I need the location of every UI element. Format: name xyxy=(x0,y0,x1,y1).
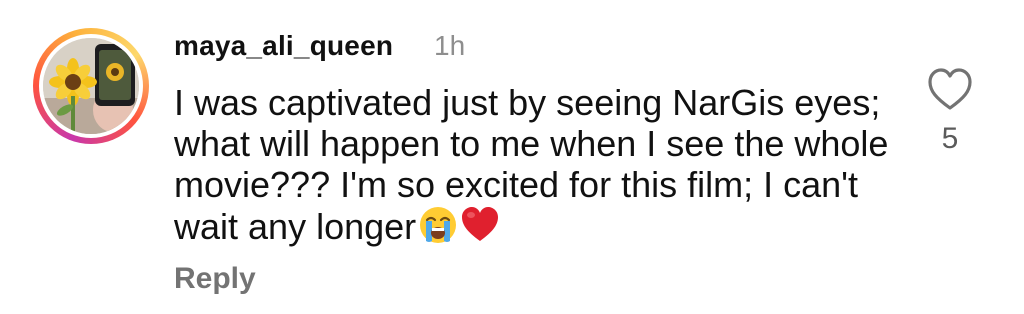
avatar-image xyxy=(43,38,139,134)
avatar[interactable] xyxy=(33,28,149,144)
heart-outline-icon xyxy=(928,68,972,110)
loudly-crying-face-emoji xyxy=(418,205,458,253)
avatar-photo-sunflower-phone xyxy=(43,38,139,134)
comment-username[interactable]: maya_ali_queen xyxy=(174,30,393,62)
red-heart-emoji xyxy=(460,205,500,253)
comment-item: maya_ali_queen 1h I was captivated just … xyxy=(0,0,1024,314)
comment-timestamp: 1h xyxy=(434,30,466,61)
avatar-story-ring-gap xyxy=(39,34,143,138)
comment-text-block: I was captivated just by seeing NarGis e… xyxy=(174,82,904,253)
like-count: 5 xyxy=(941,122,959,155)
like-button[interactable] xyxy=(926,66,974,112)
reply-button[interactable]: Reply xyxy=(174,262,256,296)
comment-body: I was captivated just by seeing NarGis e… xyxy=(174,82,889,247)
